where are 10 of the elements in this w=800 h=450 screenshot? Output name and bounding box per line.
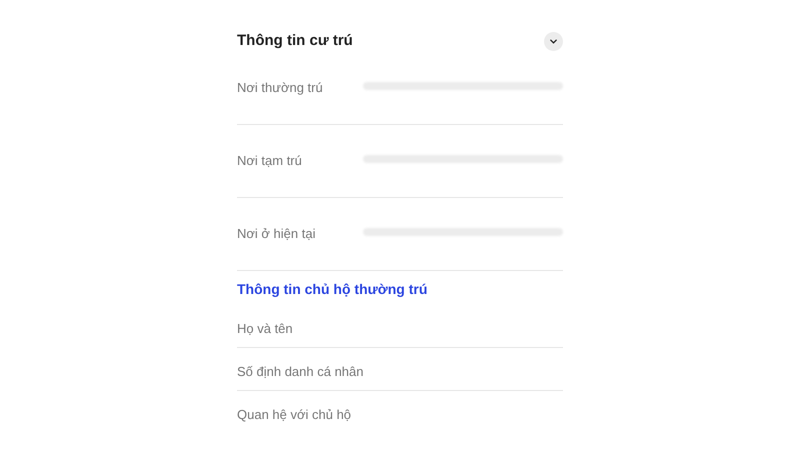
field-label: Nơi thường trú [237, 79, 323, 97]
collapse-button[interactable] [544, 32, 563, 50]
field-label: Số định danh cá nhân [237, 363, 364, 381]
field-label: Quan hệ với chủ hộ [237, 406, 352, 424]
section-title: Thông tin cư trú [237, 30, 353, 51]
field-label: Nơi ở hiện tại [237, 225, 316, 243]
section-title: Thông tin chủ hộ thường trú [237, 280, 428, 298]
field-label: Nơi tạm trú [237, 152, 302, 170]
field-label: Họ và tên [237, 320, 293, 338]
chevron-icon [549, 36, 558, 46]
